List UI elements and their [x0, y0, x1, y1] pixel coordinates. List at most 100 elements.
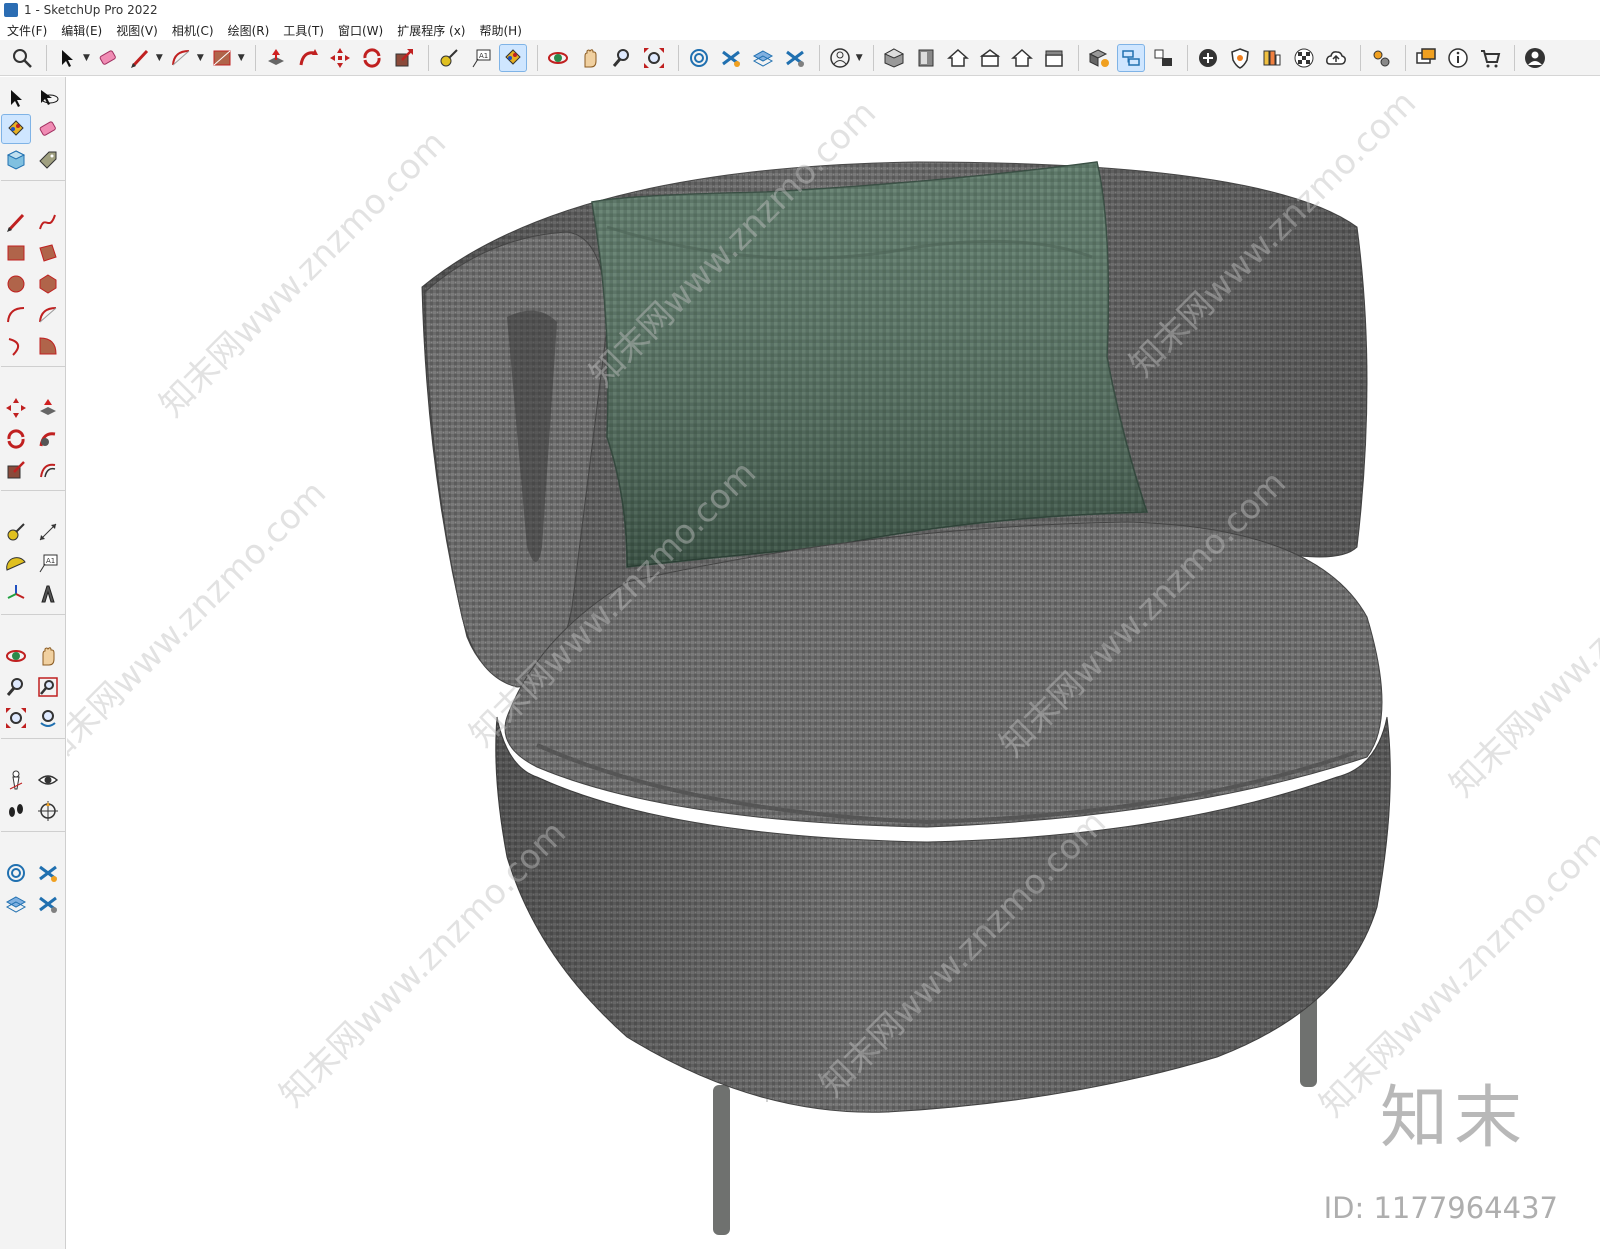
- previous-view-icon[interactable]: [33, 703, 63, 733]
- iso-view-icon[interactable]: [880, 44, 908, 72]
- follow-me-icon[interactable]: [294, 44, 322, 72]
- tape-measure-icon[interactable]: [435, 44, 463, 72]
- orbit-icon[interactable]: [33, 83, 63, 113]
- tape-measure-icon[interactable]: [1, 517, 31, 547]
- chevron-down-icon[interactable]: ▼: [197, 53, 204, 63]
- menu-edit[interactable]: 编辑(E): [61, 22, 102, 39]
- rotate-icon[interactable]: [1, 424, 31, 454]
- tag-icon[interactable]: [33, 145, 63, 175]
- freehand-icon[interactable]: [33, 207, 63, 237]
- pan-icon[interactable]: [33, 641, 63, 671]
- component-icon[interactable]: [1, 145, 31, 175]
- zoom-tool-icon[interactable]: [608, 44, 636, 72]
- menu-window[interactable]: 窗口(W): [338, 22, 383, 39]
- look-around-icon[interactable]: [33, 765, 63, 795]
- menu-help[interactable]: 帮助(H): [479, 22, 521, 39]
- menu-camera[interactable]: 相机(C): [172, 22, 214, 39]
- add-icon[interactable]: [1194, 44, 1222, 72]
- message-icon[interactable]: [1412, 44, 1440, 72]
- zoom-extents-icon[interactable]: [1, 703, 31, 733]
- front-view-icon[interactable]: [912, 44, 940, 72]
- offset-icon[interactable]: [33, 455, 63, 485]
- move-icon[interactable]: [326, 44, 354, 72]
- components-icon[interactable]: [1085, 44, 1113, 72]
- styles-icon[interactable]: [1116, 43, 1145, 72]
- top-view-icon[interactable]: [944, 44, 972, 72]
- 3-point-arc-icon[interactable]: [1, 331, 31, 361]
- chevron-down-icon[interactable]: ▼: [238, 53, 245, 63]
- scale-icon[interactable]: [390, 44, 418, 72]
- select-icon[interactable]: [1, 83, 31, 113]
- chevron-down-icon[interactable]: ▼: [156, 53, 163, 63]
- section-icon[interactable]: [717, 44, 745, 72]
- info-icon[interactable]: [1444, 44, 1472, 72]
- follow-me-icon[interactable]: [33, 424, 63, 454]
- polygon-icon[interactable]: [33, 269, 63, 299]
- text-icon[interactable]: A1: [467, 44, 495, 72]
- push-pull-icon[interactable]: [262, 44, 290, 72]
- pie-icon[interactable]: [33, 331, 63, 361]
- eraser-icon[interactable]: [33, 114, 63, 144]
- menu-tools[interactable]: 工具(T): [283, 22, 324, 39]
- sandbox-icon[interactable]: [1, 858, 31, 888]
- chevron-down-icon[interactable]: ▼: [83, 53, 90, 63]
- section-fill-icon[interactable]: [33, 889, 63, 919]
- circle-icon[interactable]: [1, 269, 31, 299]
- menu-draw[interactable]: 绘图(R): [228, 22, 270, 39]
- chevron-down-icon[interactable]: ▼: [856, 53, 863, 63]
- zoom-icon[interactable]: [1, 672, 31, 702]
- menu-file[interactable]: 文件(F): [7, 22, 47, 39]
- user-icon[interactable]: [826, 44, 854, 72]
- scenes-icon[interactable]: [1149, 44, 1177, 72]
- section-display-icon[interactable]: [781, 44, 809, 72]
- chair-leg-front-left: [713, 1085, 730, 1235]
- arc-icon[interactable]: [1, 300, 31, 330]
- cloud-upload-icon[interactable]: [1322, 44, 1350, 72]
- cart-icon[interactable]: [1476, 44, 1504, 72]
- rectangle-icon[interactable]: [208, 44, 236, 72]
- rotated-rectangle-icon[interactable]: [33, 238, 63, 268]
- arc-icon[interactable]: [167, 44, 195, 72]
- 3d-text-icon[interactable]: [33, 579, 63, 609]
- pan-icon[interactable]: [576, 44, 604, 72]
- paint-bucket-icon[interactable]: [498, 43, 527, 72]
- push-pull-icon[interactable]: [33, 393, 63, 423]
- orbit-tool-icon[interactable]: [1, 641, 31, 671]
- sandbox-icon[interactable]: [685, 44, 713, 72]
- section-plane-icon[interactable]: [33, 796, 63, 826]
- move-icon[interactable]: [1, 393, 31, 423]
- menu-view[interactable]: 视图(V): [116, 22, 158, 39]
- left-view-icon[interactable]: [1040, 44, 1068, 72]
- back-view-icon[interactable]: [1008, 44, 1036, 72]
- texture-icon[interactable]: [1290, 44, 1318, 72]
- right-view-icon[interactable]: [976, 44, 1004, 72]
- select-icon[interactable]: [53, 44, 81, 72]
- rectangle-icon[interactable]: [1, 238, 31, 268]
- zoom-window-icon[interactable]: [33, 672, 63, 702]
- zoom-extents-icon[interactable]: [640, 44, 668, 72]
- text-icon[interactable]: A1: [33, 548, 63, 578]
- solid-tools-icon[interactable]: [1226, 44, 1254, 72]
- materials-icon[interactable]: [1258, 44, 1286, 72]
- walk-icon[interactable]: [1, 796, 31, 826]
- menu-extensions[interactable]: 扩展程序 (x): [397, 22, 465, 39]
- 2-point-arc-icon[interactable]: [33, 300, 63, 330]
- orbit-icon[interactable]: [544, 44, 572, 72]
- sandbox-scratch-icon[interactable]: [33, 858, 63, 888]
- eraser-icon[interactable]: [94, 44, 122, 72]
- zoom-icon[interactable]: [8, 44, 36, 72]
- dimension-icon[interactable]: [33, 517, 63, 547]
- pencil-icon[interactable]: [126, 44, 154, 72]
- scale-icon[interactable]: [1, 455, 31, 485]
- paint-bucket-icon[interactable]: [1, 114, 31, 144]
- layers-icon[interactable]: [749, 44, 777, 72]
- protractor-icon[interactable]: [1, 548, 31, 578]
- extensions-icon[interactable]: [1367, 44, 1395, 72]
- rotate-icon[interactable]: [358, 44, 386, 72]
- model-viewport[interactable]: 知末网www.znzmo.com 知末网www.znzmo.com 知末网www…: [67, 77, 1600, 1249]
- position-camera-icon[interactable]: [1, 765, 31, 795]
- axes-icon[interactable]: [1, 579, 31, 609]
- layers-icon[interactable]: [1, 889, 31, 919]
- pencil-icon[interactable]: [1, 207, 31, 237]
- account-icon[interactable]: [1521, 44, 1549, 72]
